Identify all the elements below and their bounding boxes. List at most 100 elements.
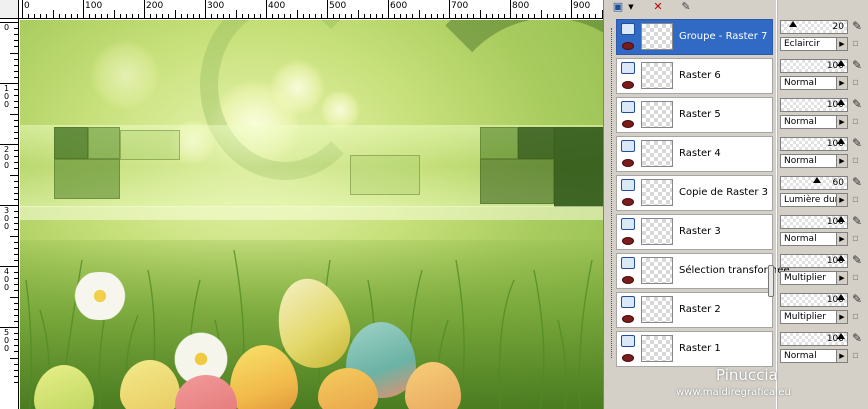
pencil-icon[interactable]: ✎ <box>852 175 864 189</box>
layer-thumbnail <box>641 179 673 206</box>
ruler-minor-tick <box>314 14 316 18</box>
layer-row[interactable]: Raster 3 <box>616 214 773 250</box>
layer-type-icon[interactable] <box>621 23 635 35</box>
canvas-area[interactable]: 0 100 200 300 400 500 600 700 800 900 0 1 0 0 2 0 0… <box>0 0 604 409</box>
ruler-minor-tick <box>558 14 560 18</box>
layer-row[interactable]: Raster 5 <box>616 97 773 133</box>
ruler-minor-tick <box>10 296 18 298</box>
layer-type-icon[interactable] <box>621 257 635 269</box>
ruler-minor-tick <box>107 14 109 18</box>
ruler-label: 900 <box>573 1 591 11</box>
opacity-slider-thumb[interactable] <box>813 177 821 183</box>
visibility-eye-icon[interactable] <box>622 120 634 128</box>
visibility-eye-icon[interactable] <box>622 42 634 50</box>
lock-icon[interactable]: ▫ <box>852 272 863 283</box>
visibility-eye-icon[interactable] <box>622 354 634 362</box>
chevron-right-icon[interactable]: ▶ <box>836 194 847 206</box>
opacity-slider[interactable]: 60 <box>780 176 848 190</box>
visibility-eye-icon[interactable] <box>622 159 634 167</box>
pencil-icon[interactable]: ✎ <box>852 136 864 150</box>
ruler-minor-tick <box>320 14 322 18</box>
chevron-right-icon[interactable]: ▶ <box>836 38 847 50</box>
ruler-minor-tick <box>14 89 18 91</box>
layer-type-icon[interactable] <box>621 179 635 191</box>
blend-mode-select[interactable]: Normal ▶ <box>780 154 848 168</box>
pencil-icon[interactable]: ✎ <box>852 97 864 111</box>
lock-icon[interactable]: ▫ <box>852 77 863 88</box>
tile-block <box>120 130 180 160</box>
layer-thumbnail <box>641 101 673 128</box>
opacity-slider[interactable]: 100 <box>780 98 848 112</box>
opacity-slider[interactable]: 100 <box>780 254 848 268</box>
pencil-icon[interactable]: ✎ <box>852 331 864 345</box>
chevron-right-icon[interactable]: ▶ <box>836 116 847 128</box>
ruler-minor-tick <box>14 101 18 103</box>
chevron-right-icon[interactable]: ▶ <box>836 77 847 89</box>
new-layer-icon[interactable]: ▣ <box>610 0 626 14</box>
layer-type-icon[interactable] <box>621 101 635 113</box>
layer-row[interactable]: Raster 2 <box>616 292 773 328</box>
lock-icon[interactable]: ▫ <box>852 311 863 322</box>
visibility-eye-icon[interactable] <box>622 81 634 89</box>
ruler-minor-tick <box>14 150 18 152</box>
blend-mode-select[interactable]: Normal ▶ <box>780 232 848 246</box>
chevron-right-icon[interactable]: ▶ <box>836 311 847 323</box>
layer-type-icon[interactable] <box>621 296 635 308</box>
image-canvas[interactable] <box>20 20 603 409</box>
opacity-slider[interactable]: 100 <box>780 59 848 73</box>
panel-splitter[interactable] <box>776 0 778 409</box>
layer-row[interactable]: Copie de Raster 3 <box>616 175 773 211</box>
visibility-eye-icon[interactable] <box>622 276 634 284</box>
pencil-icon[interactable]: ✎ <box>852 214 864 228</box>
pencil-icon[interactable]: ✎ <box>852 19 864 33</box>
opacity-slider[interactable]: 100 <box>780 215 848 229</box>
layer-row[interactable]: Raster 6 <box>616 58 773 94</box>
layer-type-icon[interactable] <box>621 62 635 74</box>
chevron-right-icon[interactable]: ▶ <box>836 233 847 245</box>
chevron-right-icon[interactable]: ▶ <box>836 350 847 362</box>
opacity-slider[interactable]: 20 <box>780 20 848 34</box>
blend-mode-select[interactable]: Multiplier ▶ <box>780 271 848 285</box>
delete-layer-icon[interactable]: ✕ <box>650 0 666 14</box>
edit-mask-icon[interactable]: ✎ <box>678 0 694 14</box>
layer-row[interactable]: Groupe - Raster 7 <box>616 19 773 55</box>
ruler-major-tick <box>0 83 18 84</box>
ruler-minor-tick <box>467 14 469 18</box>
blend-mode-select[interactable]: Normal ▶ <box>780 76 848 90</box>
layer-type-icon[interactable] <box>621 140 635 152</box>
visibility-eye-icon[interactable] <box>622 198 634 206</box>
chevron-right-icon[interactable]: ▶ <box>836 155 847 167</box>
layer-type-icon[interactable] <box>621 218 635 230</box>
opacity-slider[interactable]: 100 <box>780 293 848 307</box>
panel-collapse-handle[interactable] <box>768 265 774 297</box>
ruler-minor-tick <box>223 14 225 18</box>
lock-icon[interactable]: ▫ <box>852 194 863 205</box>
pencil-icon[interactable]: ✎ <box>852 253 864 267</box>
layer-type-icon[interactable] <box>621 335 635 347</box>
ruler-minor-tick <box>241 14 243 18</box>
layer-row[interactable]: Raster 1 <box>616 331 773 367</box>
layer-row[interactable]: Sélection transformée <box>616 253 790 289</box>
pencil-icon[interactable]: ✎ <box>852 292 864 306</box>
lock-icon[interactable]: ▫ <box>852 233 863 244</box>
opacity-slider[interactable]: 100 <box>780 137 848 151</box>
pencil-icon[interactable]: ✎ <box>852 58 864 72</box>
chevron-right-icon[interactable]: ▶ <box>836 272 847 284</box>
opacity-slider[interactable]: 100 <box>780 332 848 346</box>
layer-thumbnail <box>641 296 673 323</box>
blend-mode-select[interactable]: Multiplier ▶ <box>780 310 848 324</box>
opacity-slider-thumb[interactable] <box>789 21 797 27</box>
blend-mode-select[interactable]: Normal ▶ <box>780 349 848 363</box>
blend-mode-select[interactable]: Normal ▶ <box>780 115 848 129</box>
lock-icon[interactable]: ▫ <box>852 38 863 49</box>
blend-mode-select[interactable]: Lumière dure ▶ <box>780 193 848 207</box>
layer-row[interactable]: Raster 4 <box>616 136 773 172</box>
visibility-eye-icon[interactable] <box>622 315 634 323</box>
lock-icon[interactable]: ▫ <box>852 116 863 127</box>
chevron-down-icon[interactable]: ▼ <box>626 0 636 14</box>
visibility-eye-icon[interactable] <box>622 237 634 245</box>
lock-icon[interactable]: ▫ <box>852 155 863 166</box>
lock-icon[interactable]: ▫ <box>852 350 863 361</box>
ruler-minor-tick <box>162 14 164 18</box>
blend-mode-select[interactable]: Eclaircir ▶ <box>780 37 848 51</box>
